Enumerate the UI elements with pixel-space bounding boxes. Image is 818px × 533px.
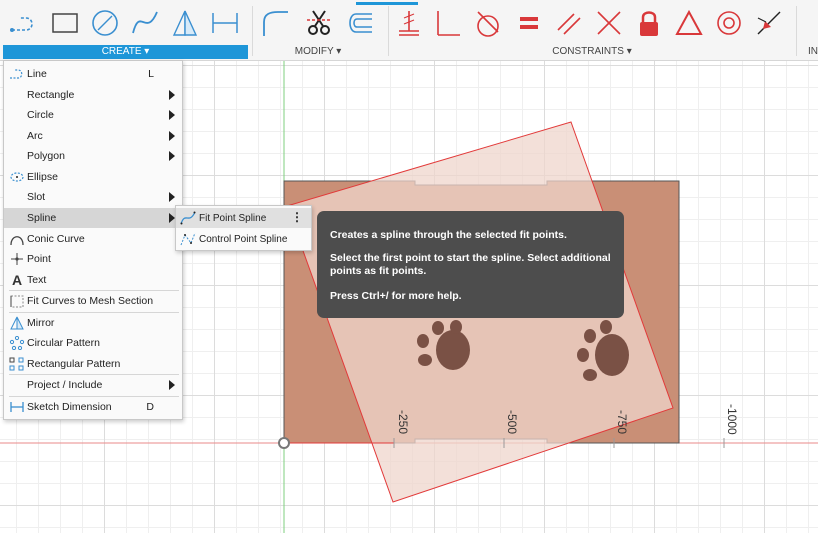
menu-item-point[interactable]: Point <box>4 249 182 269</box>
submenu-arrow-icon <box>169 151 175 161</box>
submenu-arrow-icon <box>169 90 175 100</box>
submenu-arrow-icon <box>169 131 175 141</box>
menu-item-polygon[interactable]: Polygon <box>4 146 182 166</box>
menu-item-label: Spline <box>27 212 57 224</box>
menu-item-label: Project / Include <box>27 379 103 391</box>
spline-submenu: Fit Point Spline ⋮ Control Point Spline <box>175 205 312 251</box>
menu-item-label: Conic Curve <box>27 233 85 245</box>
offset-icon[interactable] <box>342 6 376 40</box>
tangent-icon[interactable] <box>470 6 504 40</box>
tick-label: -750 <box>615 410 629 435</box>
tooltip-instructions: Select the first point to start the spli… <box>330 252 611 277</box>
fillet-icon[interactable] <box>258 6 292 40</box>
menu-item-text[interactable]: A Text <box>4 270 182 290</box>
equal-icon[interactable] <box>512 6 546 40</box>
menu-item-label: Sketch Dimension <box>27 401 112 413</box>
toolbar: CREATE ▾ MODIFY ▾ CONSTRAINTS ▾ IN <box>0 0 818 61</box>
circular-pattern-icon <box>9 335 25 351</box>
menu-item-label: Polygon <box>27 150 65 162</box>
menu-item-spline[interactable]: Spline <box>4 208 182 228</box>
mirror-icon <box>9 315 25 331</box>
inspect-section-label[interactable]: IN <box>800 45 818 59</box>
menu-item-label: Line <box>27 68 47 80</box>
menu-item-label: Fit Point Spline <box>199 212 267 224</box>
trim-icon[interactable] <box>302 6 336 40</box>
point-icon <box>9 251 25 267</box>
submenu-arrow-icon <box>169 380 175 390</box>
dimension-icon[interactable] <box>208 6 242 40</box>
tooltip-description: Creates a spline through the selected fi… <box>330 229 567 241</box>
menu-item-slot[interactable]: Slot <box>4 187 182 207</box>
text-icon: A <box>11 272 23 288</box>
rectangle-icon[interactable] <box>48 6 82 40</box>
menu-item-arc[interactable]: Arc <box>4 126 182 146</box>
midpoint-icon[interactable] <box>752 6 786 40</box>
toolbar-separator <box>796 6 797 56</box>
menu-item-fit-curves[interactable]: Fit Curves to Mesh Section <box>4 291 182 311</box>
conic-curve-icon <box>9 231 25 247</box>
modify-section-label[interactable]: MODIFY ▾ <box>254 45 382 59</box>
menu-item-label: Arc <box>27 130 43 142</box>
menu-item-label: Text <box>27 274 47 286</box>
menu-item-conic-curve[interactable]: Conic Curve <box>4 229 182 249</box>
shortcut-label: L <box>148 68 154 80</box>
menu-item-label: Point <box>27 253 51 265</box>
toolbar-separator <box>388 6 389 56</box>
tooltip-help: Press Ctrl+/ for more help. <box>330 290 462 302</box>
menu-item-control-point-spline[interactable]: Control Point Spline <box>176 229 311 249</box>
menu-item-sketch-dimension[interactable]: Sketch Dimension D <box>4 397 182 417</box>
menu-item-label: Control Point Spline <box>199 233 288 245</box>
perpendicular-icon[interactable] <box>430 6 464 40</box>
spline-icon[interactable] <box>128 6 162 40</box>
fit-curves-icon <box>9 293 25 309</box>
menu-item-rectangle[interactable]: Rectangle <box>4 85 182 105</box>
tick-label: -1000 <box>725 404 739 435</box>
submenu-arrow-icon <box>169 110 175 120</box>
more-options-icon[interactable]: ⋮ <box>291 211 303 223</box>
command-tooltip: Creates a spline through the selected fi… <box>317 211 624 318</box>
mirror-icon[interactable] <box>168 6 202 40</box>
fit-point-spline-icon <box>180 210 196 226</box>
menu-item-label: Rectangular Pattern <box>27 358 121 370</box>
fix-icon[interactable] <box>632 6 666 40</box>
menu-item-circle[interactable]: Circle <box>4 105 182 125</box>
menu-item-label: Circular Pattern <box>27 337 100 349</box>
submenu-arrow-icon <box>169 192 175 202</box>
rectangular-pattern-icon <box>9 356 25 372</box>
menu-item-label: Fit Curves to Mesh Section <box>27 295 154 307</box>
create-menu: Line L Rectangle Circle Arc Polygon Elli… <box>3 60 183 420</box>
shortcut-label: D <box>146 401 154 413</box>
menu-item-label: Slot <box>27 191 46 203</box>
menu-item-fit-point-spline[interactable]: Fit Point Spline ⋮ <box>176 208 311 228</box>
menu-item-label: Ellipse <box>27 171 58 183</box>
toolbar-separator <box>252 6 253 56</box>
create-section-label[interactable]: CREATE ▾ <box>3 45 248 59</box>
menu-item-mirror[interactable]: Mirror <box>4 313 182 333</box>
origin-point[interactable] <box>278 437 290 449</box>
menu-item-label: Rectangle <box>27 89 75 101</box>
menu-item-circular-pattern[interactable]: Circular Pattern <box>4 333 182 353</box>
menu-item-label: Mirror <box>27 317 55 329</box>
constraints-section-label[interactable]: CONSTRAINTS ▾ <box>392 45 792 59</box>
angle-icon[interactable] <box>592 6 626 40</box>
parallel-icon[interactable] <box>552 6 586 40</box>
menu-item-ellipse[interactable]: Ellipse <box>4 167 182 187</box>
line-icon <box>9 66 25 82</box>
dimension-icon <box>9 399 25 415</box>
line-icon[interactable] <box>6 6 40 40</box>
active-tab-indicator <box>356 2 418 5</box>
control-point-spline-icon <box>180 231 196 247</box>
triangle-icon[interactable] <box>672 6 706 40</box>
menu-item-rectangular-pattern[interactable]: Rectangular Pattern <box>4 354 182 374</box>
menu-item-project-include[interactable]: Project / Include <box>4 375 182 395</box>
coincident-icon[interactable] <box>392 6 426 40</box>
concentric-icon[interactable] <box>712 6 746 40</box>
circle-icon[interactable] <box>88 6 122 40</box>
tick-label: -500 <box>505 410 519 435</box>
menu-item-line[interactable]: Line L <box>4 64 182 84</box>
tick-label: -250 <box>396 410 410 435</box>
menu-item-label: Circle <box>27 109 54 121</box>
ellipse-icon <box>9 169 25 185</box>
